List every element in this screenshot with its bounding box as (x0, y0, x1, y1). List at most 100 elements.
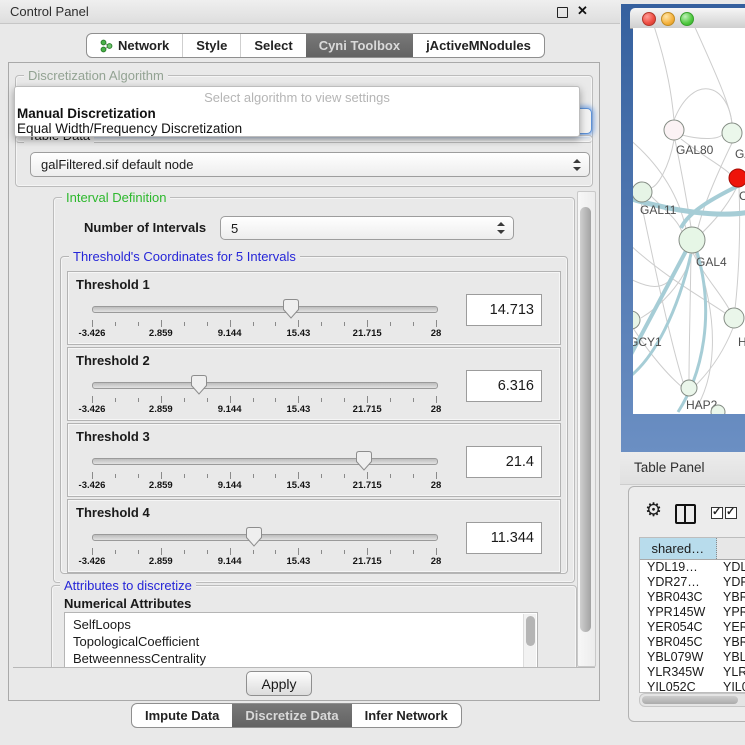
cell-name[interactable]: YBR0 (716, 635, 745, 650)
combobox-spinner-icon[interactable] (496, 222, 504, 234)
tab-network[interactable]: Network (87, 34, 182, 57)
cell-name[interactable]: YIL0 (716, 680, 745, 693)
slider-track[interactable] (92, 382, 438, 389)
network-node-gal11[interactable] (633, 182, 652, 202)
algorithm-option-equal-width[interactable]: Equal Width/Frequency Discretization (15, 121, 579, 136)
table-row[interactable]: YDL19…YDL1 (640, 560, 745, 575)
slider-tick-label: 2.859 (149, 480, 173, 491)
node-attribute-table[interactable]: shared… n… YDL19…YDL1YDR27…YDR2YBR043CYB… (639, 537, 745, 693)
table-data-combobox[interactable]: galFiltered.sif default node (30, 152, 590, 177)
tab-discretize-data[interactable]: Discretize Data (232, 704, 351, 727)
close-icon[interactable]: ✕ (577, 3, 588, 19)
algorithm-option-manual[interactable]: Manual Discretization (15, 106, 579, 121)
float-window-icon[interactable] (557, 7, 568, 18)
threshold-slider[interactable]: -3.4262.8599.14415.4321.71528 (92, 298, 436, 340)
threshold-value-field[interactable]: 14.713 (466, 294, 542, 326)
slider-thumb[interactable] (191, 375, 207, 395)
cell-name[interactable]: YDL1 (716, 560, 745, 575)
table-header-shared-name[interactable]: shared… (640, 538, 717, 559)
slider-thumb[interactable] (356, 451, 372, 471)
slider-track[interactable] (92, 534, 438, 541)
cell-name[interactable]: YPR1 (716, 605, 745, 620)
algorithm-placeholder-option[interactable]: Select algorithm to view settings (15, 87, 579, 106)
cell-shared-name[interactable]: YDR27… (640, 575, 716, 590)
threshold-value-field[interactable]: 11.344 (466, 522, 542, 554)
cell-shared-name[interactable]: YPR145W (640, 605, 716, 620)
minimize-traffic-light-icon[interactable] (661, 12, 675, 26)
cell-shared-name[interactable]: YDL19… (640, 560, 716, 575)
table-row[interactable]: YBL079WYBL0 (640, 650, 745, 665)
slider-tick (253, 322, 254, 326)
network-node[interactable] (711, 405, 725, 414)
network-window-titlebar[interactable] (630, 8, 745, 29)
slider-track[interactable] (92, 306, 438, 313)
tab-impute-data[interactable]: Impute Data (132, 704, 232, 727)
cell-shared-name[interactable]: YBR045C (640, 635, 716, 650)
attribute-item[interactable]: TopologicalCoefficient (73, 633, 537, 650)
network-node-c[interactable] (729, 169, 745, 187)
checkbox-icon[interactable] (711, 507, 723, 519)
checkbox-icon[interactable] (725, 507, 737, 519)
network-node-h[interactable] (724, 308, 744, 328)
network-node-ga[interactable] (722, 123, 742, 143)
tab-cyni-toolbox[interactable]: Cyni Toolbox (306, 34, 413, 57)
apply-button[interactable]: Apply (246, 671, 312, 696)
table-row[interactable]: YLR345WYLR3 (640, 665, 745, 680)
cell-name[interactable]: YER0 (716, 620, 745, 635)
threshold-slider[interactable]: -3.4262.8599.14415.4321.71528 (92, 374, 436, 416)
slider-thumb[interactable] (283, 299, 299, 319)
cell-name[interactable]: YLR3 (716, 665, 745, 680)
slider-ticks (92, 548, 436, 555)
cell-name[interactable]: YBR0 (716, 590, 745, 605)
cell-shared-name[interactable]: YBL079W (640, 650, 716, 665)
threshold-value-field[interactable]: 6.316 (466, 370, 542, 402)
cell-shared-name[interactable]: YLR345W (640, 665, 716, 680)
slider-tick (230, 396, 231, 403)
table-header-name[interactable]: n… (717, 538, 745, 559)
table-row[interactable]: YDR27…YDR2 (640, 575, 745, 590)
table-row[interactable]: YPR145WYPR1 (640, 605, 745, 620)
cell-shared-name[interactable]: YER054C (640, 620, 716, 635)
cell-shared-name[interactable]: YIL052C (640, 680, 716, 693)
table-row[interactable]: YBR043CYBR0 (640, 590, 745, 605)
close-traffic-light-icon[interactable] (642, 12, 656, 26)
tab-style[interactable]: Style (182, 34, 240, 57)
threshold-value-field[interactable]: 21.4 (466, 446, 542, 478)
scrollbar-thumb[interactable] (642, 696, 738, 704)
network-canvas[interactable]: GAL80GACGAL11GAL4GCY1HHAP2 (633, 28, 745, 414)
zoom-traffic-light-icon[interactable] (680, 12, 694, 26)
number-of-intervals-combobox[interactable]: 5 (220, 216, 514, 240)
cell-name[interactable]: YBL0 (716, 650, 745, 665)
network-node-hap2[interactable] (681, 380, 697, 396)
scrollbar-thumb[interactable] (580, 207, 591, 632)
attributes-list-scrollbar[interactable] (523, 614, 536, 668)
vertical-scrollbar[interactable] (577, 191, 596, 667)
cell-name[interactable]: YDR2 (716, 575, 745, 590)
combobox-spinner-icon[interactable] (572, 159, 580, 171)
threshold-slider[interactable]: -3.4262.8599.14415.4321.71528 (92, 450, 436, 492)
slider-thumb[interactable] (246, 527, 262, 547)
horizontal-scrollbar[interactable] (639, 693, 745, 707)
tab-infer-network[interactable]: Infer Network (352, 704, 461, 727)
slider-tick (413, 398, 414, 402)
attribute-item[interactable]: SelfLoops (73, 616, 537, 633)
tab-jactivemnodules[interactable]: jActiveMNodules (413, 34, 544, 57)
scrollbar-thumb[interactable] (526, 616, 535, 646)
columns-icon[interactable] (675, 504, 696, 524)
network-view-window[interactable]: GAL80GACGAL11GAL4GCY1HHAP2 (621, 4, 745, 452)
table-row[interactable]: YBR045CYBR0 (640, 635, 745, 650)
numerical-attributes-list[interactable]: SelfLoopsTopologicalCoefficientBetweenne… (64, 612, 538, 668)
gear-icon[interactable]: ⚙ (645, 499, 662, 522)
cell-shared-name[interactable]: YBR043C (640, 590, 716, 605)
network-node-gcy1[interactable] (633, 311, 640, 329)
tab-select[interactable]: Select (240, 34, 305, 57)
table-row[interactable]: YER054CYER0 (640, 620, 745, 635)
control-panel-titlebar: Control Panel ✕ (0, 0, 620, 24)
threshold-slider[interactable]: -3.4262.8599.14415.4321.71528 (92, 526, 436, 568)
attribute-item[interactable]: BetweennessCentrality (73, 650, 537, 667)
network-node-gal4[interactable] (679, 227, 705, 253)
network-node-label: GCY1 (633, 335, 662, 349)
slider-track[interactable] (92, 458, 438, 465)
network-node-gal80[interactable] (664, 120, 684, 140)
table-row[interactable]: YIL052CYIL0 (640, 680, 745, 693)
